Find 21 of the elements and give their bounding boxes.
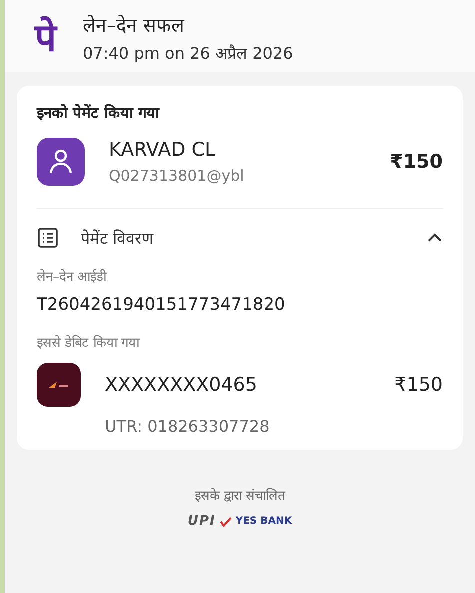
powered-by-text: इसके द्वारा संचालित xyxy=(194,487,286,504)
chevron-icon[interactable] xyxy=(427,233,443,243)
amount: ₹150 xyxy=(390,151,443,173)
transaction-id: T2604261940151773471820 xyxy=(37,295,286,315)
payment-details-toggle[interactable]: पेमेंट विवरण xyxy=(37,227,403,249)
timestamp: 07:40 pm on 26 अप्रैल 2026 xyxy=(83,43,294,64)
upi-logo: UPI xyxy=(188,514,216,529)
upi-id: Q027313801@ybl xyxy=(109,167,246,185)
section-heading: इनको पेमेंट किया गया xyxy=(37,103,161,122)
field-label: लेन–देन आईडी xyxy=(37,268,108,285)
person-icon xyxy=(37,138,85,186)
list-icon xyxy=(37,227,59,249)
field-label: इससे डेबिट किया गया xyxy=(37,334,141,351)
bank-logo: YES BANK xyxy=(236,516,292,527)
account-number: XXXXXXXX0465 xyxy=(105,374,258,396)
utr-number: UTR: 018263307728 xyxy=(105,417,271,436)
debit-amount: ₹150 xyxy=(394,374,443,396)
bank-logo-icon xyxy=(37,363,81,407)
payee-name: KARVAD CL xyxy=(109,139,217,161)
check-icon xyxy=(220,516,232,526)
status-title: लेन–देन सफल xyxy=(83,14,186,38)
